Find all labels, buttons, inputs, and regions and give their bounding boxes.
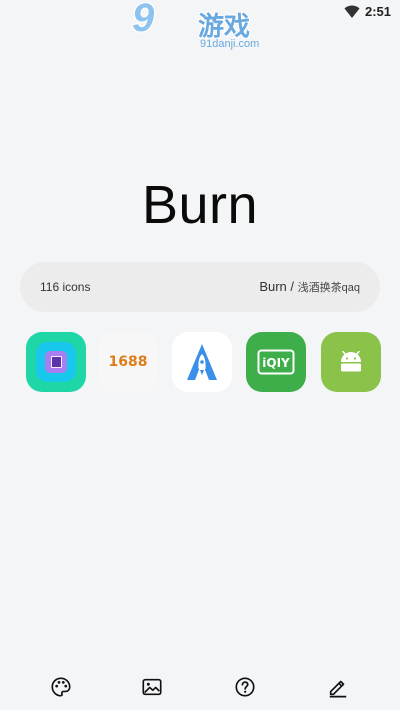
watermark-logo: 9 游戏 91danji.com [132, 0, 272, 54]
rocket-a-icon [187, 344, 217, 380]
pack-author: 浅酒换茶qaq [297, 282, 360, 294]
icon-count: 116 icons [40, 280, 91, 294]
app-icon-notes[interactable] [26, 332, 86, 392]
help-icon [235, 677, 255, 697]
app-icon-android[interactable] [321, 332, 381, 392]
wifi-icon [344, 5, 360, 18]
app-icon-1688[interactable]: 1688 [98, 332, 158, 392]
pack-info-bar: 116 icons Burn / 浅酒换茶qaq [20, 262, 380, 312]
bottom-navigation [0, 670, 400, 710]
nav-help-button[interactable] [234, 676, 258, 700]
icon-preview-row: 1688 iQIY [0, 332, 400, 392]
nav-palette-button[interactable] [50, 676, 74, 700]
byline-separator: / [286, 279, 298, 294]
iqiyi-label: iQIY [262, 356, 290, 370]
iqiyi-icon: iQIY [257, 349, 295, 375]
edit-icon [329, 680, 347, 698]
watermark-number: 9 [132, 0, 154, 40]
app-icon-1688-label: 1688 [108, 354, 148, 370]
watermark-url: 91danji.com [200, 38, 260, 50]
app-icon-rocket[interactable] [172, 332, 232, 392]
nav-edit-button[interactable] [327, 676, 351, 700]
page-title: Burn [141, 175, 259, 235]
pack-name: Burn [259, 279, 287, 294]
android-icon [341, 351, 361, 372]
image-icon [142, 678, 162, 696]
status-time: 2:51 [364, 4, 391, 19]
pack-byline: Burn / 浅酒换茶qaq [259, 279, 360, 295]
palette-icon [51, 677, 71, 697]
app-icon-iqiyi[interactable]: iQIY [246, 332, 306, 392]
nav-wallpaper-button[interactable] [141, 676, 165, 700]
